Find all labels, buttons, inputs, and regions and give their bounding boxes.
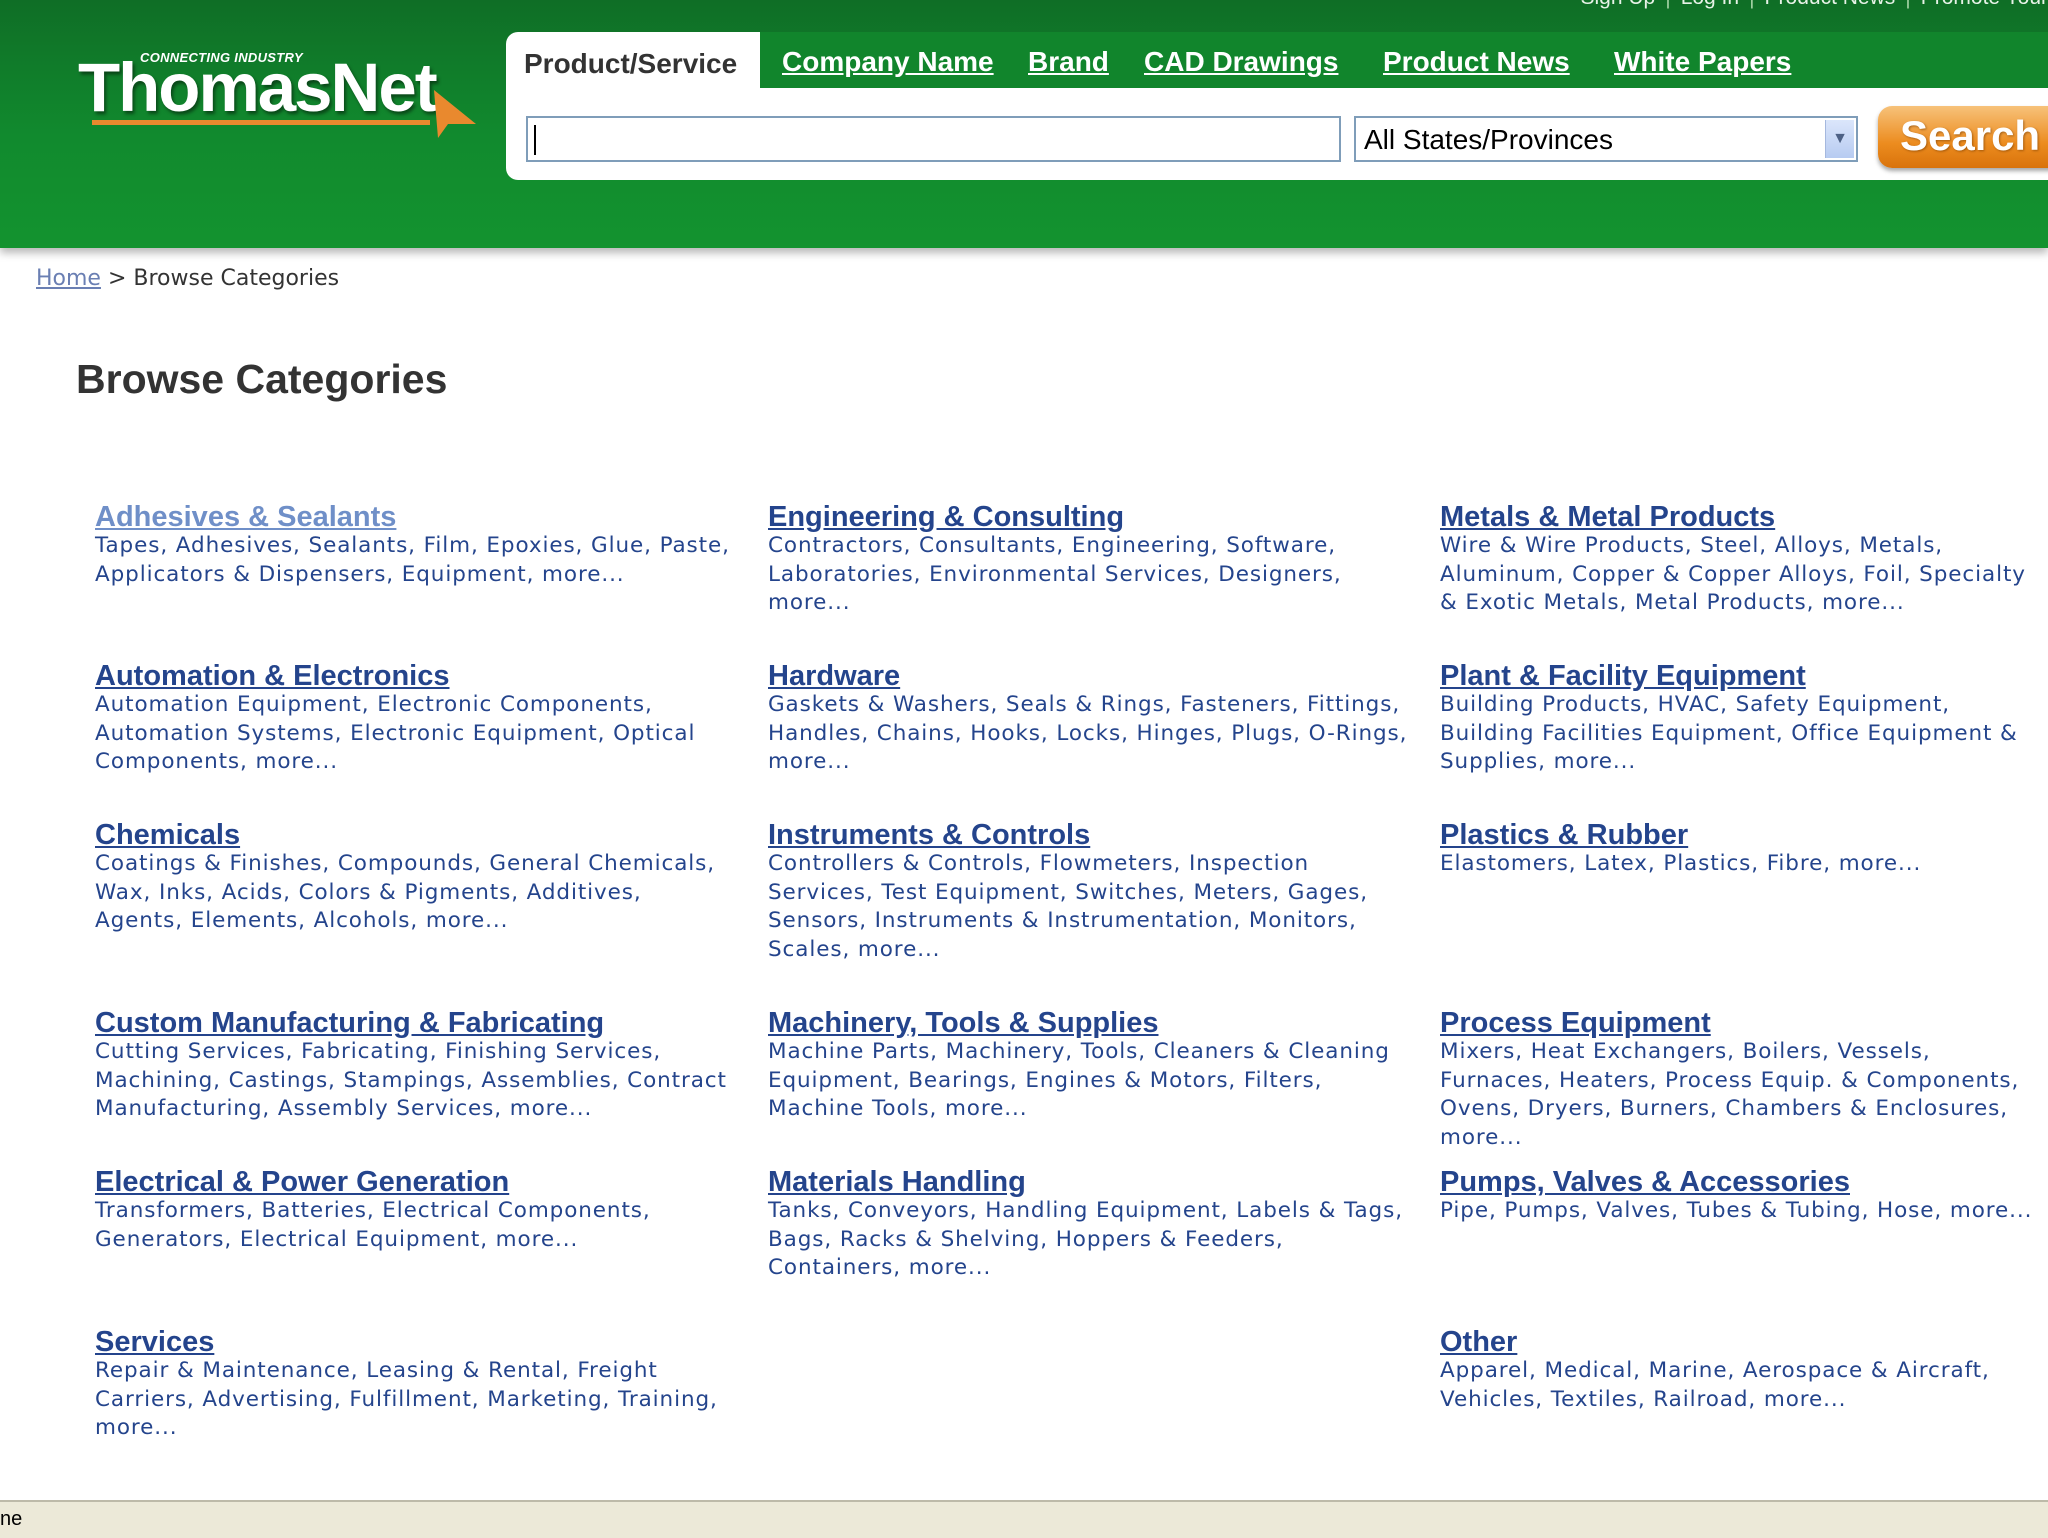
category-title-link[interactable]: Automation & Electronics [95, 659, 735, 693]
category-title-link[interactable]: Instruments & Controls [768, 818, 1408, 852]
category-plastics-rubber: Plastics & Rubber Elastomers, Latex, Pla… [1440, 818, 2040, 879]
category-custom-manufacturing: Custom Manufacturing & Fabricating Cutti… [95, 1006, 735, 1124]
thomasnet-logo[interactable]: ThomasNet CONNECTING INDUSTRY [78, 44, 478, 136]
category-chemicals: Chemicals Coatings & Finishes, Compounds… [95, 818, 735, 936]
category-title-link[interactable]: Machinery, Tools & Supplies [768, 1006, 1408, 1040]
browser-status-bar: ne [0, 1500, 2048, 1538]
category-title-link[interactable]: Pumps, Valves & Accessories [1440, 1165, 2040, 1199]
breadcrumb: Home > Browse Categories [36, 266, 339, 291]
category-instruments-controls: Instruments & Controls Controllers & Con… [768, 818, 1408, 965]
category-title-link[interactable]: Plastics & Rubber [1440, 818, 2040, 852]
category-materials-handling: Materials Handling Tanks, Conveyors, Han… [768, 1165, 1408, 1283]
logo-underline [92, 120, 430, 125]
category-machinery-tools: Machinery, Tools & Supplies Machine Part… [768, 1006, 1408, 1124]
category-electrical-power: Electrical & Power Generation Transforme… [95, 1165, 735, 1254]
site-header: Sign Up|Log In|Product News|Promote Your… [0, 0, 2048, 248]
tab-brand[interactable]: Brand [1028, 46, 1109, 78]
promote-link[interactable]: Promote Your [1921, 0, 2048, 9]
category-hardware: Hardware Gaskets & Washers, Seals & Ring… [768, 659, 1408, 777]
category-subitems[interactable]: Tanks, Conveyors, Handling Equipment, La… [768, 1197, 1408, 1283]
category-title-link[interactable]: Other [1440, 1325, 2040, 1359]
category-subitems[interactable]: Mixers, Heat Exchangers, Boilers, Vessel… [1440, 1038, 2040, 1153]
state-select-value: All States/Provinces [1364, 124, 1613, 156]
top-links: Sign Up|Log In|Product News|Promote Your [1581, 0, 2048, 10]
search-input[interactable] [526, 116, 1341, 162]
tab-product-news[interactable]: Product News [1383, 46, 1570, 78]
category-title-link[interactable]: Chemicals [95, 818, 735, 852]
tab-company-name[interactable]: Company Name [782, 46, 994, 78]
category-title-link[interactable]: Engineering & Consulting [768, 500, 1408, 534]
category-other: Other Apparel, Medical, Marine, Aerospac… [1440, 1325, 2040, 1414]
category-title-link[interactable]: Hardware [768, 659, 1408, 693]
category-plant-facility: Plant & Facility Equipment Building Prod… [1440, 659, 2040, 777]
tab-cad-drawings[interactable]: CAD Drawings [1144, 46, 1338, 78]
log-in-link[interactable]: Log In [1681, 0, 1739, 9]
category-subitems[interactable]: Repair & Maintenance, Leasing & Rental, … [95, 1357, 735, 1443]
status-text: ne [0, 1508, 22, 1530]
category-process-equipment: Process Equipment Mixers, Heat Exchanger… [1440, 1006, 2040, 1153]
category-title-link[interactable]: Services [95, 1325, 735, 1359]
category-metals: Metals & Metal Products Wire & Wire Prod… [1440, 500, 2040, 618]
category-title-link[interactable]: Plant & Facility Equipment [1440, 659, 2040, 693]
text-caret [534, 125, 536, 155]
category-subitems[interactable]: Apparel, Medical, Marine, Aerospace & Ai… [1440, 1357, 2040, 1414]
search-button[interactable]: Search [1878, 106, 2048, 168]
category-subitems[interactable]: Contractors, Consultants, Engineering, S… [768, 532, 1408, 618]
tab-white-papers[interactable]: White Papers [1614, 46, 1791, 78]
category-subitems[interactable]: Transformers, Batteries, Electrical Comp… [95, 1197, 735, 1254]
category-automation-electronics: Automation & Electronics Automation Equi… [95, 659, 735, 777]
category-services: Services Repair & Maintenance, Leasing &… [95, 1325, 735, 1443]
category-subitems[interactable]: Building Products, HVAC, Safety Equipmen… [1440, 691, 2040, 777]
category-subitems[interactable]: Pipe, Pumps, Valves, Tubes & Tubing, Hos… [1440, 1197, 2040, 1226]
category-subitems[interactable]: Controllers & Controls, Flowmeters, Insp… [768, 850, 1408, 965]
category-title-link[interactable]: Custom Manufacturing & Fabricating [95, 1006, 735, 1040]
category-subitems[interactable]: Machine Parts, Machinery, Tools, Cleaner… [768, 1038, 1408, 1124]
category-subitems[interactable]: Gaskets & Washers, Seals & Rings, Fasten… [768, 691, 1408, 777]
category-subitems[interactable]: Tapes, Adhesives, Sealants, Film, Epoxie… [95, 532, 735, 589]
product-news-top-link[interactable]: Product News [1765, 0, 1896, 9]
category-subitems[interactable]: Wire & Wire Products, Steel, Alloys, Met… [1440, 532, 2040, 618]
category-title-link[interactable]: Electrical & Power Generation [95, 1165, 735, 1199]
category-engineering-consulting: Engineering & Consulting Contractors, Co… [768, 500, 1408, 618]
tab-product-service[interactable]: Product/Service [524, 48, 737, 80]
category-title-link[interactable]: Process Equipment [1440, 1006, 2040, 1040]
category-title-link[interactable]: Metals & Metal Products [1440, 500, 2040, 534]
category-subitems[interactable]: Automation Equipment, Electronic Compone… [95, 691, 735, 777]
breadcrumb-current: Browse Categories [133, 266, 339, 291]
logo-arrow-icon [434, 90, 476, 138]
category-subitems[interactable]: Cutting Services, Fabricating, Finishing… [95, 1038, 735, 1124]
page-title: Browse Categories [76, 356, 447, 403]
category-subitems[interactable]: Coatings & Finishes, Compounds, General … [95, 850, 735, 936]
category-title-link[interactable]: Adhesives & Sealants [95, 500, 735, 534]
logo-tagline: CONNECTING INDUSTRY [140, 50, 303, 65]
chevron-down-icon[interactable]: ▼ [1825, 120, 1854, 158]
category-subitems[interactable]: Elastomers, Latex, Plastics, Fibre, more… [1440, 850, 2040, 879]
category-pumps-valves: Pumps, Valves & Accessories Pipe, Pumps,… [1440, 1165, 2040, 1226]
category-adhesives-sealants: Adhesives & Sealants Tapes, Adhesives, S… [95, 500, 735, 589]
breadcrumb-separator: > [108, 266, 126, 291]
search-panel: Product/Service Company Name Brand CAD D… [506, 32, 2048, 180]
category-title-link[interactable]: Materials Handling [768, 1165, 1408, 1199]
state-province-select[interactable]: All States/Provinces ▼ [1354, 116, 1858, 162]
breadcrumb-home-link[interactable]: Home [36, 266, 101, 291]
sign-up-link[interactable]: Sign Up [1581, 0, 1656, 9]
